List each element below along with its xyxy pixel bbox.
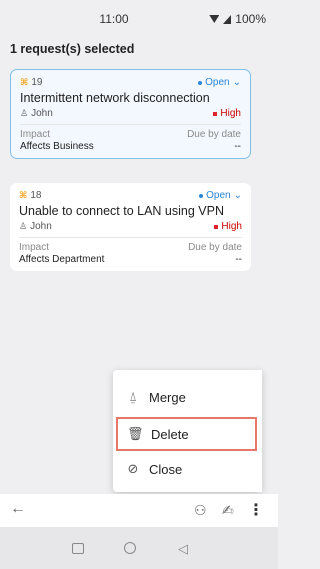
impact-value: Affects Department: [19, 254, 105, 265]
status-time: 11:00: [99, 12, 129, 26]
priority: High: [213, 108, 241, 119]
signal-icon: [223, 14, 232, 24]
wifi-icon: [209, 15, 220, 23]
impact-label: Impact: [19, 242, 50, 253]
actions-menu: ⍙ Merge 🗑 Delete ⊘ Close: [113, 370, 262, 492]
requester: ♙ John: [19, 221, 52, 232]
due-label: Due by date: [188, 242, 242, 253]
request-id: ⌘ 19: [20, 77, 43, 88]
back-arrow-icon[interactable]: ←: [10, 500, 26, 518]
battery-level: 100%: [235, 12, 266, 26]
chevron-down-icon: ⌄: [232, 77, 241, 88]
status-dropdown[interactable]: Open ⌄: [199, 190, 242, 201]
home-icon[interactable]: [124, 542, 136, 554]
request-type-icon: ⌘: [20, 77, 29, 87]
status-dot-icon: [199, 193, 204, 198]
due-value: --: [235, 254, 242, 265]
impact-value: Affects Business: [20, 141, 94, 152]
status-icons: 100%: [209, 12, 266, 26]
check-circle-icon: ⊘: [127, 461, 139, 476]
assign-user-icon[interactable]: ⚇: [194, 502, 207, 519]
edit-sign-icon[interactable]: ✍: [222, 502, 234, 519]
request-card[interactable]: ⌘ 18 Open ⌄ Unable to connect to LAN usi…: [10, 183, 251, 271]
priority: High: [214, 221, 242, 232]
trash-icon: 🗑: [127, 426, 144, 441]
due-value: --: [234, 141, 241, 152]
request-title: Unable to connect to LAN using VPN: [19, 204, 224, 218]
chevron-down-icon: ⌄: [233, 190, 242, 201]
status-dropdown[interactable]: Open ⌄: [198, 77, 241, 88]
menu-item-close[interactable]: ⊘ Close: [113, 452, 262, 486]
selection-header: 1 request(s) selected: [10, 42, 135, 56]
user-icon: ♙: [19, 221, 28, 231]
system-nav-bar: ◁: [0, 527, 278, 569]
impact-label: Impact: [20, 129, 51, 140]
bottom-toolbar: ← ⚇ ✍ ⋮: [0, 494, 278, 527]
status-bar: 11:00 100%: [0, 0, 278, 36]
back-triangle-icon[interactable]: ◁: [178, 541, 188, 557]
user-icon: ♙: [20, 108, 29, 118]
due-label: Due by date: [187, 129, 241, 140]
menu-item-merge[interactable]: ⍙ Merge: [113, 380, 262, 414]
divider: [19, 237, 242, 238]
more-options-icon[interactable]: ⋮: [248, 500, 264, 520]
merge-icon: ⍙: [129, 389, 137, 404]
status-dot-icon: [198, 80, 203, 85]
request-id: ⌘ 18: [19, 190, 42, 201]
divider: [20, 124, 241, 125]
recent-apps-icon[interactable]: [72, 543, 84, 554]
priority-square-icon: [213, 111, 218, 116]
request-card-selected[interactable]: ⌘ 19 Open ⌄ Intermittent network disconn…: [10, 69, 251, 159]
request-type-icon: ⌘: [19, 190, 28, 200]
requester: ♙ John: [20, 108, 53, 119]
request-title: Intermittent network disconnection: [20, 91, 210, 105]
priority-square-icon: [214, 224, 219, 229]
menu-item-delete[interactable]: 🗑 Delete: [116, 417, 257, 451]
